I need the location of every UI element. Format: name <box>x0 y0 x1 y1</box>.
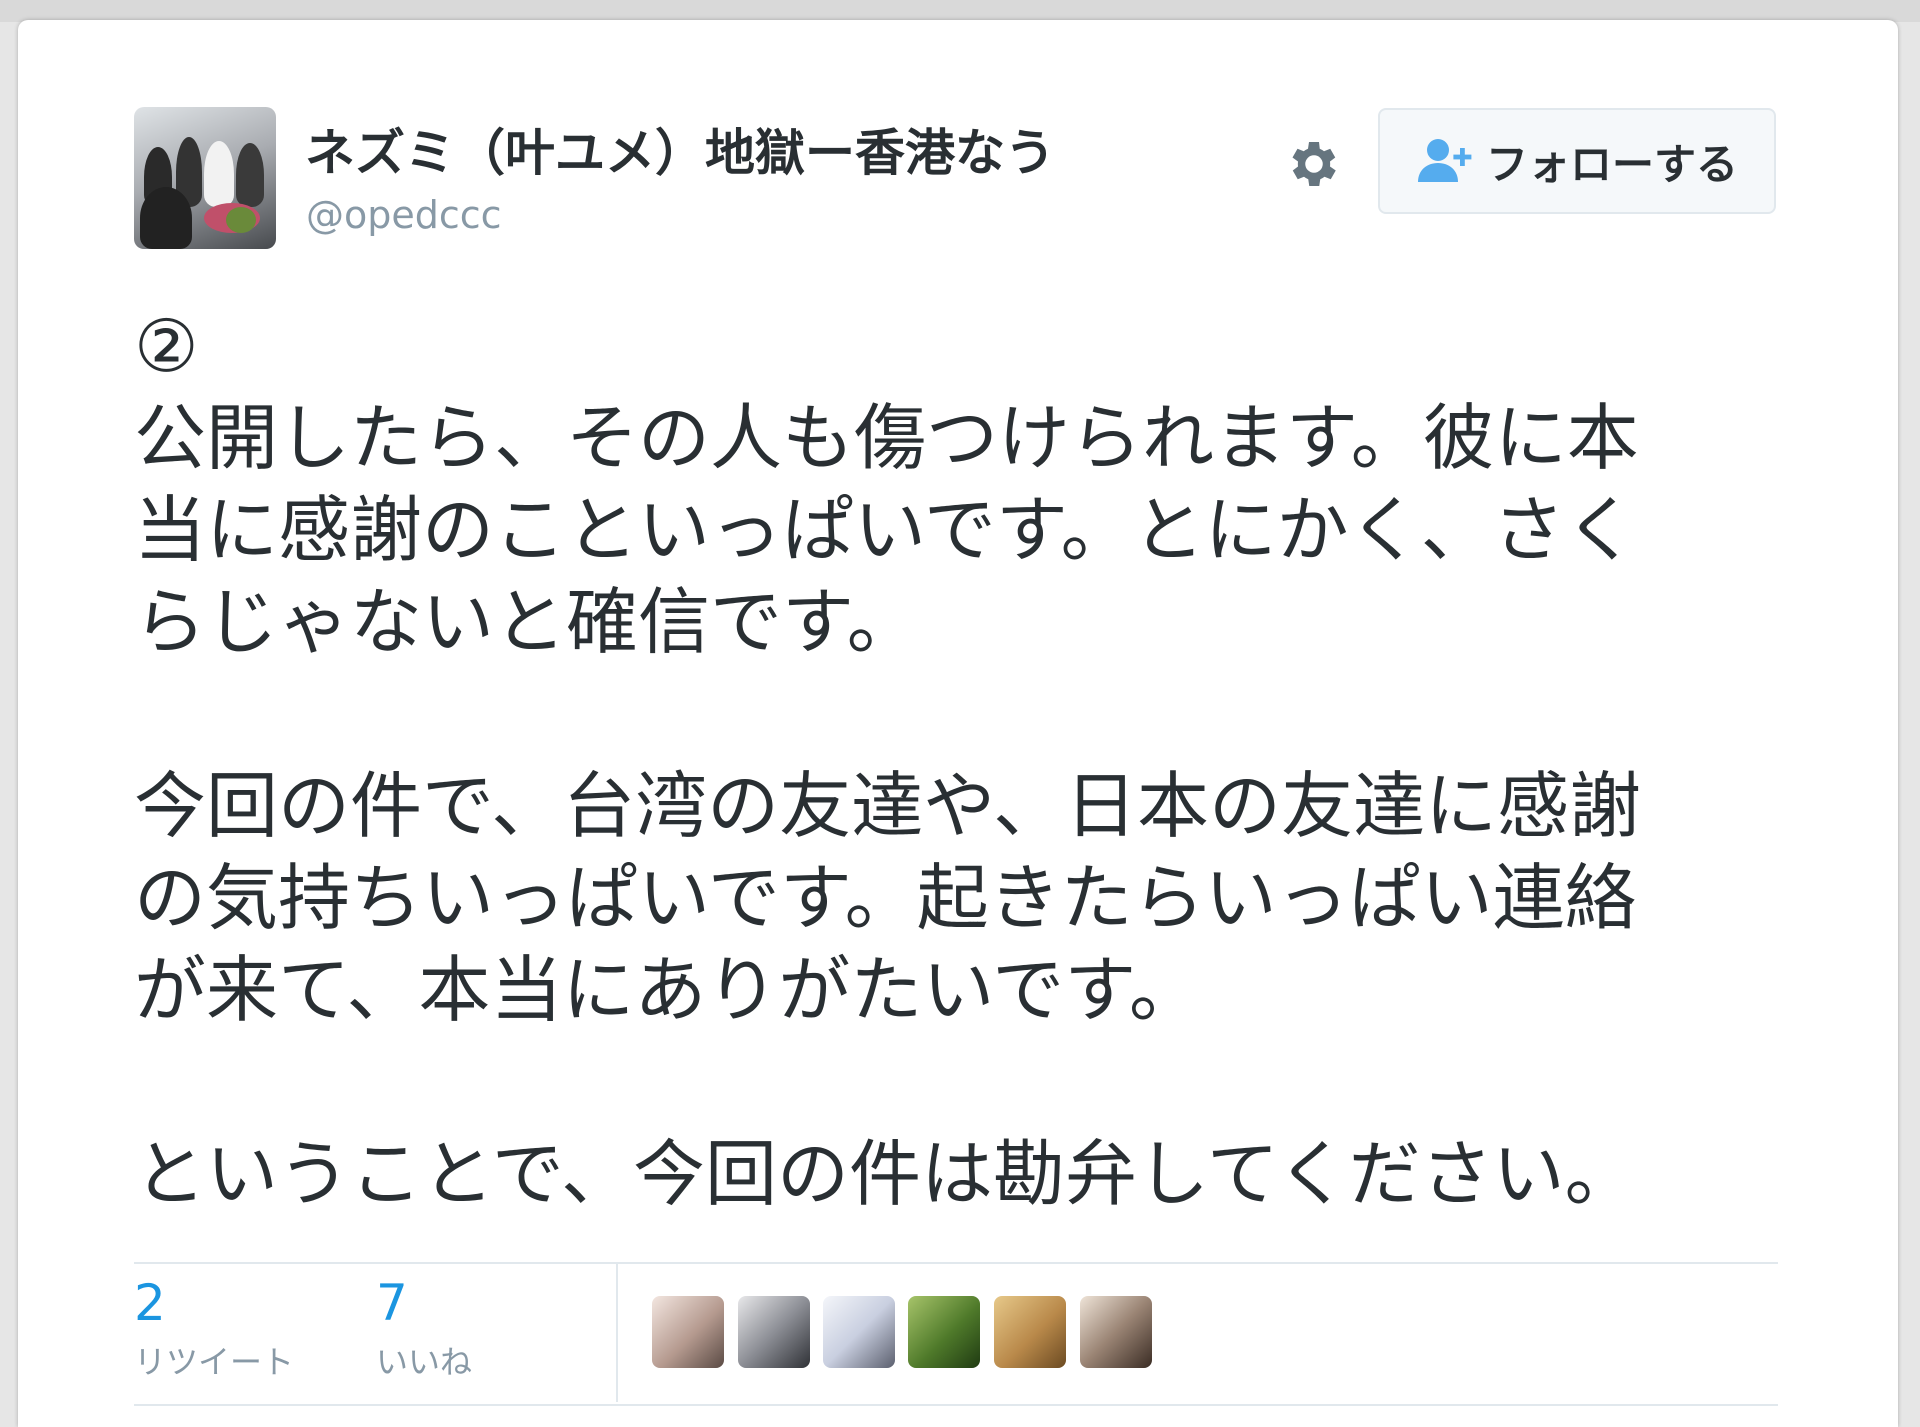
retweet-label: リツイート <box>134 1343 295 1381</box>
background-window-strip <box>0 0 1920 22</box>
tweet-text: ② 公開したら、その人も傷つけられます。彼に本 当に感謝のこといっぱいです。とに… <box>134 300 1784 1220</box>
stats-top-divider <box>134 1262 1778 1264</box>
tweet-text-line: ② <box>134 304 199 388</box>
liker-avatar[interactable] <box>1080 1296 1152 1368</box>
like-label: いいね <box>376 1343 473 1381</box>
tweet-text-line: が来て、本当にありがたいです。 <box>134 948 1202 1032</box>
liker-avatar[interactable] <box>823 1296 895 1368</box>
author-display-name[interactable]: ネズミ（叶ユメ）地獄ー香港なう <box>305 113 1055 185</box>
like-stat[interactable]: 7 いいね <box>376 1275 472 1383</box>
tweet-text-line: 公開したら、その人も傷つけられます。彼に本 <box>134 396 1639 480</box>
author-screen-name[interactable]: @opedccc <box>306 193 502 237</box>
author-avatar[interactable] <box>134 107 276 249</box>
tweet-text-line: 当に感謝のこといっぱいです。とにかく、さく <box>134 488 1637 572</box>
tweet-text-line: らじゃないと確信です。 <box>134 580 919 664</box>
retweet-stat[interactable]: 2 リツイート <box>134 1275 294 1383</box>
liker-avatar[interactable] <box>738 1296 810 1368</box>
liker-avatar[interactable] <box>994 1296 1066 1368</box>
liker-avatar[interactable] <box>652 1296 724 1368</box>
gear-icon[interactable] <box>1284 134 1344 194</box>
tweet-text-line: 今回の件で、台湾の友達や、日本の友達に感謝 <box>134 764 1641 848</box>
tweet-text-line: の気持ちいっぱいです。起きたらいっぱい連絡 <box>134 856 1637 940</box>
stats-bottom-divider <box>134 1404 1778 1406</box>
stats-separator <box>616 1262 618 1402</box>
follow-button-label: フォローする <box>1485 139 1738 189</box>
user-plus-icon <box>1416 138 1474 184</box>
retweet-count: 2 <box>134 1274 166 1332</box>
like-count: 7 <box>376 1274 408 1332</box>
liker-avatar[interactable] <box>908 1296 980 1368</box>
tweet-text-line: ということで、今回の件は勘弁してください。 <box>134 1132 1637 1216</box>
follow-button[interactable]: フォローする <box>1378 108 1776 214</box>
